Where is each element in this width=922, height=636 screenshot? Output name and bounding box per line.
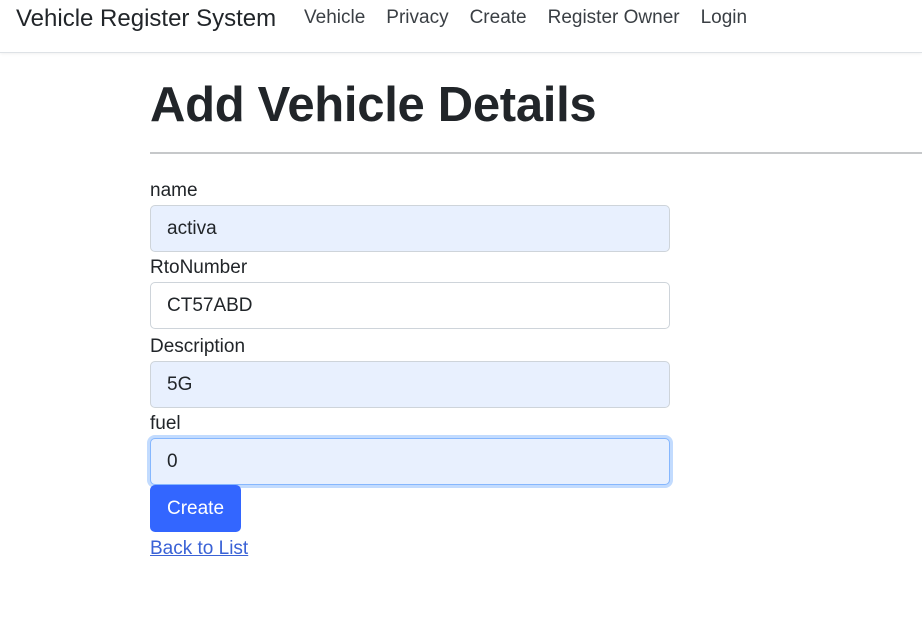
- name-input[interactable]: [150, 205, 670, 252]
- create-button[interactable]: Create: [150, 485, 242, 532]
- fuel-input[interactable]: [150, 438, 670, 485]
- title-divider: [150, 152, 922, 154]
- vehicle-form: name RtoNumber Description fuel Create B…: [150, 179, 670, 561]
- name-field-group: name: [150, 179, 670, 252]
- fuel-label: fuel: [150, 413, 181, 434]
- top-navbar: Vehicle Register System Vehicle Privacy …: [0, 0, 922, 53]
- nav-links: Vehicle Privacy Create Register Owner Lo…: [304, 7, 768, 29]
- main-content: Add Vehicle Details name RtoNumber Descr…: [150, 53, 922, 559]
- page-title: Add Vehicle Details: [150, 78, 597, 132]
- rto-number-field-group: RtoNumber: [150, 256, 670, 329]
- back-to-list-link[interactable]: Back to List: [150, 537, 670, 561]
- fuel-field-group: fuel: [150, 412, 670, 485]
- nav-link-create[interactable]: Create: [470, 7, 527, 29]
- brand-link[interactable]: Vehicle Register System: [16, 5, 276, 33]
- rto-number-label: RtoNumber: [150, 257, 248, 278]
- nav-link-vehicle[interactable]: Vehicle: [304, 7, 365, 29]
- name-label: name: [150, 180, 198, 201]
- description-label: Description: [150, 336, 246, 357]
- nav-link-register-owner[interactable]: Register Owner: [548, 7, 680, 29]
- nav-link-login[interactable]: Login: [701, 7, 748, 29]
- nav-link-privacy[interactable]: Privacy: [386, 7, 448, 29]
- rto-number-input[interactable]: [150, 282, 670, 329]
- description-input[interactable]: [150, 361, 670, 408]
- description-field-group: Description: [150, 335, 670, 408]
